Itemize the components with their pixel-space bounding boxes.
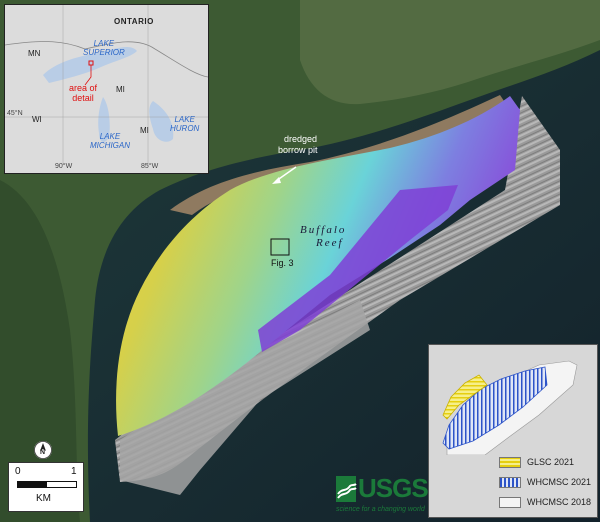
legend-label-whcmsc-2021: WHCMSC 2021 — [527, 477, 592, 487]
scale-unit-label: KM — [36, 493, 51, 504]
legend-swatch-whcmsc-2018 — [499, 496, 521, 508]
inset-lake-huron-label: LAKE HURON — [170, 115, 199, 133]
map-figure: dredged borrow pit Buffalo Reef Fig. 3 O… — [0, 0, 600, 522]
buffalo-reef-label-2: Reef — [316, 237, 344, 249]
legend-item-whcmsc-2018: WHCMSC 2018 — [499, 495, 591, 509]
coverage-diagram — [442, 360, 578, 455]
usgs-logo: USGS science for a changing world — [336, 473, 429, 516]
lake-huron-line-1: LAKE — [174, 115, 195, 124]
inset-lat-45-label: 45°N — [7, 110, 23, 117]
lake-michigan-line-1: LAKE — [99, 132, 121, 141]
borrow-pit-label-1: dredged — [284, 134, 318, 144]
figure-3-label: Fig. 3 — [271, 258, 294, 268]
inset-area-of-detail-label: area of detail — [69, 83, 97, 103]
legend-item-glsc-2021: GLSC 2021 — [499, 455, 574, 469]
legend-item-whcmsc-2021: WHCMSC 2021 — [499, 475, 591, 489]
inset-mi-upper-label: MI — [116, 85, 125, 94]
inset-mi-lower-label: MI — [140, 126, 149, 135]
buffalo-reef-label-1: Buffalo — [300, 224, 347, 236]
scale-bar-graphic — [17, 481, 77, 488]
lake-michigan-line-2: MICHIGAN — [90, 141, 130, 150]
lake-huron-line-2: HURON — [170, 124, 200, 133]
inset-lake-michigan-label: LAKE MICHIGAN — [90, 132, 130, 150]
scale-bar: 0 1 KM — [8, 462, 84, 512]
lake-superior-line-2: SUPERIOR — [83, 48, 125, 57]
legend-swatch-glsc-2021 — [499, 456, 521, 468]
north-arrow: N — [34, 441, 52, 459]
scale-bar-black-segment — [18, 482, 47, 487]
borrow-pit-label-2: borrow pit — [278, 145, 318, 155]
inset-mn-label: MN — [28, 49, 41, 58]
inset-lake-superior-label: LAKE SUPERIOR — [83, 39, 125, 57]
lake-superior-line-1: LAKE — [93, 39, 115, 48]
area-of-detail-line-2: detail — [72, 93, 94, 103]
usgs-logo-tagline: science for a changing world — [336, 506, 425, 513]
locator-inset-map: ONTARIO MN WI MI MI LAKE SUPERIOR LAKE M… — [4, 4, 209, 174]
legend-swatch-whcmsc-2021 — [499, 476, 521, 488]
inset-ontario-label: ONTARIO — [114, 17, 154, 26]
inset-wi-label: WI — [32, 115, 42, 124]
survey-coverage-legend: GLSC 2021 WHCMSC 2021 WHCMSC 2018 — [428, 344, 598, 518]
scale-end-label: 1 — [71, 466, 77, 477]
inset-lon-90-label: 90°W — [55, 163, 73, 170]
scale-start-label: 0 — [15, 466, 21, 477]
usgs-logo-wordmark: USGS — [358, 473, 429, 503]
scale-bar-white-segment — [47, 482, 76, 487]
inset-lon-85-label: 85°W — [141, 163, 159, 170]
legend-label-glsc-2021: GLSC 2021 — [527, 457, 575, 467]
legend-label-whcmsc-2018: WHCMSC 2018 — [527, 497, 592, 507]
north-arrow-letter: N — [40, 449, 46, 456]
area-of-detail-line-1: area of — [69, 83, 98, 93]
